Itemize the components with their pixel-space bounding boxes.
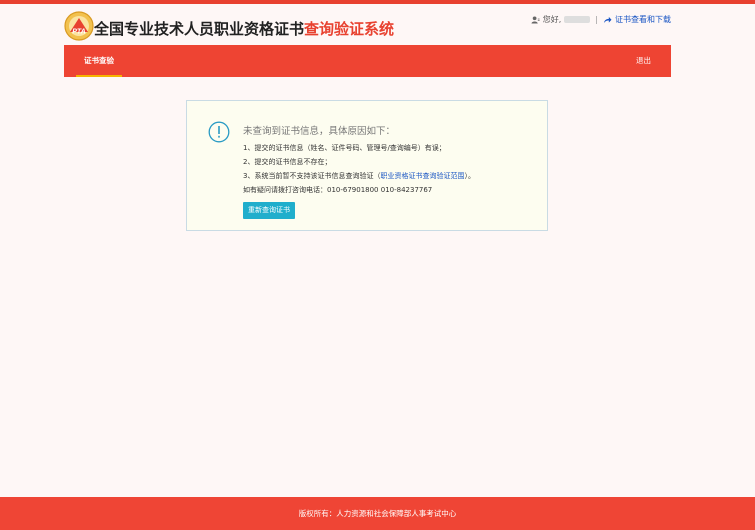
site-title-main: 全国专业技术人员职业资格证书 <box>94 20 305 38</box>
site-title: 全国专业技术人员职业资格证书查询验证系统 <box>94 20 394 38</box>
pta-logo: PTA <box>64 11 94 41</box>
header-separator: | <box>595 15 598 24</box>
main-navbar: 证书查验 退出 <box>64 45 671 77</box>
requery-certificate-button[interactable]: 重新查询证书 <box>243 202 295 219</box>
query-result-notice: 未查询到证书信息，具体原因如下： 1、提交的证书信息（姓名、证件号码、管理号/查… <box>186 100 548 231</box>
user-name-redacted <box>564 16 591 23</box>
reason-item-3: 3、系统当前暂不支持该证书信息查询验证（职业资格证书查询验证范围）。 <box>243 171 475 181</box>
verification-scope-link[interactable]: 职业资格证书查询验证范围 <box>380 172 464 180</box>
greeting-text: 您好, <box>542 15 562 24</box>
cert-view-download-link[interactable]: 证书查看和下载 <box>615 14 671 25</box>
reason-item-1: 1、提交的证书信息（姓名、证件号码、管理号/查询编号）有误； <box>243 144 446 152</box>
reason-3-prefix: 3、系统当前暂不支持该证书信息查询验证（ <box>243 172 381 180</box>
logout-link[interactable]: 退出 <box>636 45 651 77</box>
footer-copyright: 版权所有：人力资源和社会保障部人事考试中心 <box>298 509 457 518</box>
site-title-accent: 查询验证系统 <box>304 20 395 38</box>
logo-text: PTA <box>72 29 85 36</box>
site-footer: 版权所有：人力资源和社会保障部人事考试中心 <box>0 497 755 530</box>
exclamation-circle-icon <box>208 121 230 143</box>
user-area: 您好, | 证书查看和下载 <box>531 14 671 25</box>
site-header: PTA 全国专业技术人员职业资格证书查询验证系统 您好, | 证书查看和下载 <box>0 4 755 44</box>
reason-item-2: 2、提交的证书信息不存在； <box>243 158 332 166</box>
consult-hotline: 如有疑问请拨打咨询电话：010-67901800 010-84237767 <box>243 186 433 194</box>
share-arrow-icon[interactable] <box>603 16 612 24</box>
reason-3-suffix: ）。 <box>464 172 475 180</box>
notice-title: 未查询到证书信息，具体原因如下： <box>243 126 396 137</box>
tab-certificate-verify[interactable]: 证书查验 <box>76 45 122 77</box>
user-icon <box>531 15 540 24</box>
